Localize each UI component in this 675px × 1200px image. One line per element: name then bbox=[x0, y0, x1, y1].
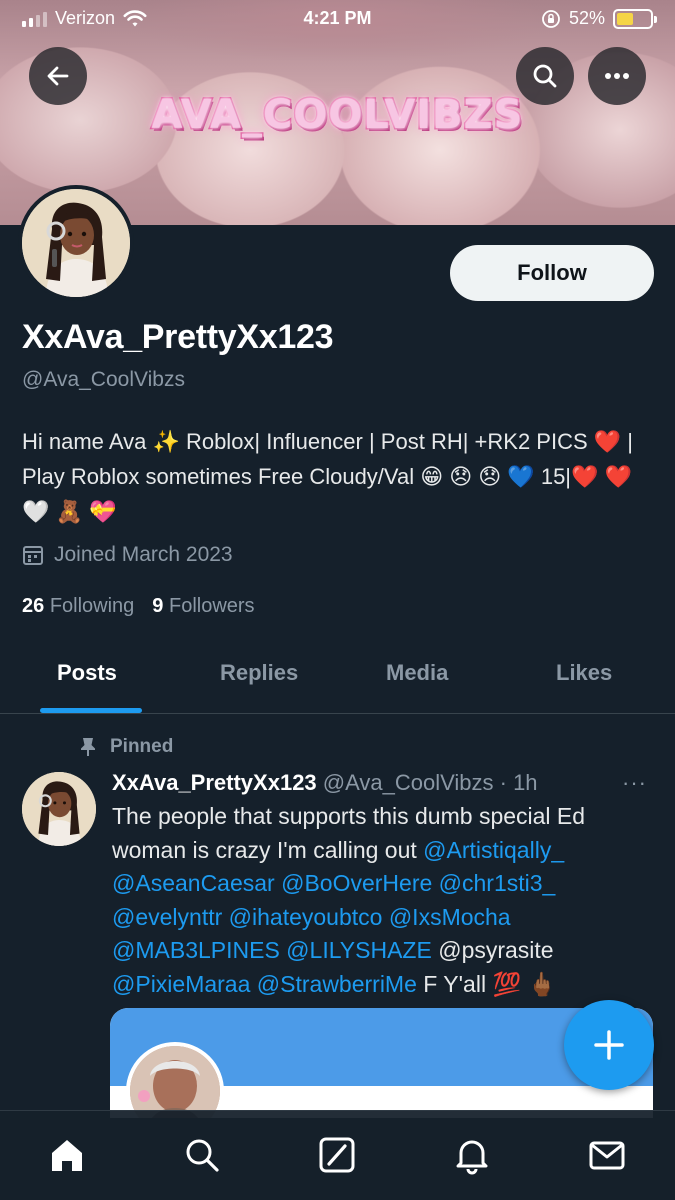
following-link[interactable]: 26 Following bbox=[22, 595, 134, 618]
mail-icon bbox=[589, 1141, 625, 1170]
profile-tabs: Posts Replies Media Likes bbox=[0, 640, 675, 714]
followers-count: 9 bbox=[152, 595, 164, 617]
following-count: 26 bbox=[22, 595, 45, 617]
avatar-image bbox=[130, 1046, 220, 1118]
followers-label: Followers bbox=[168, 595, 255, 617]
tweet-author-handle-time[interactable]: @Ava_CoolVibzs · 1h bbox=[323, 770, 538, 795]
profile-bio: Hi name Ava ✨ Roblox| Influencer | Post … bbox=[22, 429, 633, 524]
follow-button[interactable]: Follow bbox=[450, 245, 654, 301]
tweet-author-avatar[interactable] bbox=[22, 772, 96, 846]
banner-title: AVA_COOLVIBZS bbox=[150, 91, 524, 140]
active-tab-indicator bbox=[40, 708, 142, 713]
tab-posts[interactable]: Posts bbox=[57, 660, 117, 686]
orientation-lock-icon bbox=[542, 9, 560, 28]
avatar-image bbox=[22, 189, 130, 297]
avatar-image bbox=[22, 772, 96, 846]
pinned-label: Pinned bbox=[110, 736, 174, 757]
calendar-icon bbox=[23, 546, 43, 565]
profile-handle: @Ava_CoolVibzs bbox=[22, 368, 185, 391]
grok-icon bbox=[319, 1137, 355, 1173]
tweet-plain-mention: @psyrasite bbox=[431, 937, 554, 963]
nav-notifications[interactable] bbox=[448, 1131, 496, 1179]
battery-icon bbox=[613, 8, 657, 29]
following-label: Following bbox=[49, 595, 135, 617]
battery-percent: 52% bbox=[568, 8, 605, 28]
joined-date: Joined March 2023 bbox=[22, 543, 233, 567]
status-right: 52% bbox=[541, 8, 657, 29]
tweet-text: The people that supports this dumb speci… bbox=[112, 800, 662, 1001]
tweet-header: XxAva_PrettyXx123 @Ava_CoolVibzs · 1h bbox=[112, 770, 538, 796]
nav-search[interactable] bbox=[178, 1131, 226, 1179]
follow-stats: 26 Following 9 Followers bbox=[22, 595, 255, 618]
tweet-mentions[interactable]: @PixieMaraa @StrawberriMe bbox=[112, 971, 417, 997]
pinned-indicator: Pinned bbox=[80, 736, 173, 758]
tweet-author-name[interactable]: XxAva_PrettyXx123 bbox=[112, 770, 317, 795]
tab-replies[interactable]: Replies bbox=[220, 660, 298, 686]
bell-icon bbox=[456, 1140, 488, 1175]
display-name: XxAva_PrettyXx123 bbox=[22, 318, 334, 356]
arrow-left-icon bbox=[47, 66, 69, 86]
nav-messages[interactable] bbox=[583, 1131, 631, 1179]
profile-avatar[interactable] bbox=[18, 185, 134, 301]
nav-home[interactable] bbox=[43, 1131, 91, 1179]
bottom-navigation bbox=[0, 1110, 675, 1200]
search-icon bbox=[533, 64, 557, 88]
tab-media[interactable]: Media bbox=[386, 660, 448, 686]
tab-likes[interactable]: Likes bbox=[556, 660, 612, 686]
tweet-more-button[interactable]: ··· bbox=[622, 770, 647, 796]
status-bar: Verizon 4:21 PM 52% bbox=[0, 0, 675, 40]
more-horizontal-icon bbox=[605, 73, 629, 79]
tweet-text-ending: F Y'all 💯 🖕🏾 bbox=[416, 970, 557, 997]
home-icon bbox=[52, 1140, 82, 1171]
search-button[interactable] bbox=[516, 47, 574, 105]
pin-icon bbox=[81, 738, 95, 756]
compose-button[interactable] bbox=[564, 1000, 654, 1090]
back-button[interactable] bbox=[29, 47, 87, 105]
more-options-button[interactable] bbox=[588, 47, 646, 105]
nav-grok[interactable] bbox=[313, 1131, 361, 1179]
joined-label: Joined March 2023 bbox=[54, 543, 233, 566]
search-icon bbox=[186, 1139, 219, 1172]
plus-icon bbox=[594, 1030, 624, 1060]
followers-link[interactable]: 9 Followers bbox=[152, 595, 254, 618]
